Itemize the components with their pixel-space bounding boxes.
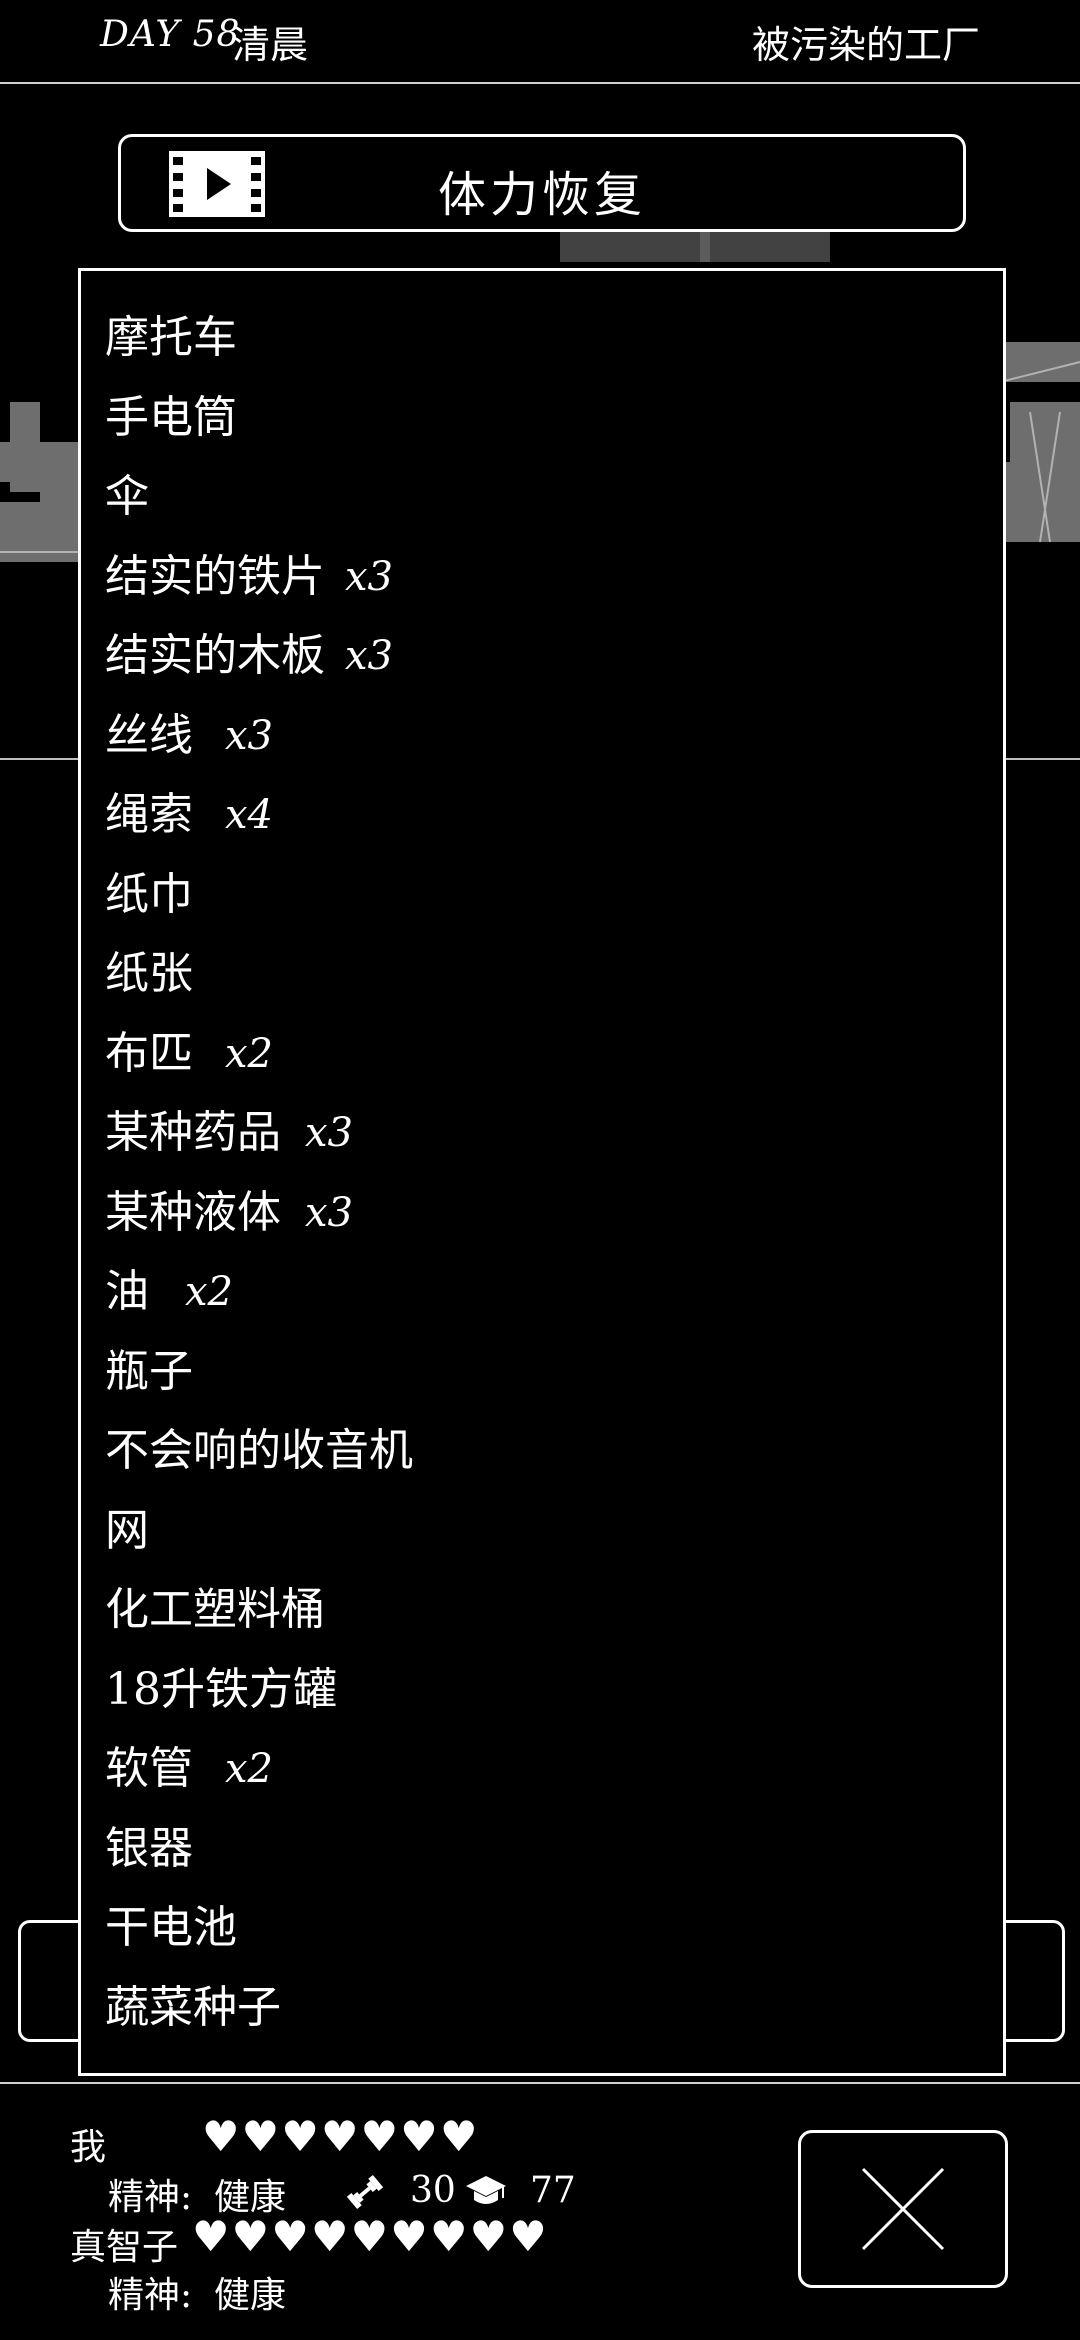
inventory-item-name: 丝线 [105,709,193,761]
inventory-item[interactable]: 某种液体 x3 [105,1178,353,1248]
inventory-item-quantity: x2 [185,1269,234,1315]
close-icon [861,2167,945,2251]
inventory-item[interactable]: 纸巾 [105,860,193,930]
player-health-hearts: ♥♥♥♥♥♥♥ [202,2116,480,2158]
heart-icon: ♥ [281,2112,321,2161]
heart-icon: ♥ [429,2212,470,2261]
strength-value: 30 [410,2170,456,2211]
inventory-item-name: 手电筒 [105,391,237,443]
heart-icon: ♥ [350,2212,391,2261]
heart-icon: ♥ [360,2112,401,2161]
inventory-item-name: 纸巾 [105,868,193,920]
heart-icon: ♥ [202,2112,242,2161]
companion-mental-value: 健康 [214,2275,287,2316]
inventory-item[interactable]: 化工塑料桶 [105,1575,325,1645]
companion-health-hearts: ♥♥♥♥♥♥♥♥♥ [192,2216,549,2258]
inventory-item-quantity: x4 [225,792,274,838]
heart-icon: ♥ [509,2212,549,2261]
inventory-item[interactable]: 纸张 [105,939,193,1009]
heart-icon: ♥ [271,2212,311,2261]
inventory-item[interactable]: 伞 [105,462,149,532]
inventory-item-name: 干电池 [105,1902,237,1953]
heart-icon: ♥ [469,2212,510,2261]
inventory-item[interactable]: 某种药品 x3 [105,1098,353,1168]
inventory-item-name: 不会响的收音机 [105,1425,413,1476]
heart-icon: ♥ [231,2212,272,2261]
bottom-divider [0,2082,1080,2084]
inventory-item-quantity: x3 [345,633,394,679]
inventory-item[interactable]: 摩托车 [105,303,237,373]
heart-icon: ♥ [400,2112,440,2161]
intelligence-value: 77 [530,2170,576,2211]
heart-icon: ♥ [192,2212,232,2261]
location-name: 被污染的工厂 [751,23,980,67]
inventory-item-quantity: x3 [305,1110,354,1156]
time-of-day: 清晨 [232,23,309,67]
inventory-item[interactable]: 软管 x2 [105,1734,273,1804]
recover-stamina-label: 体力恢复 [437,167,646,223]
inventory-item[interactable]: 18升铁方罐 [105,1655,337,1725]
inventory-item-name: 瓶子 [105,1345,193,1397]
inventory-item[interactable]: 绳索 x4 [105,780,273,850]
inventory-item[interactable]: 干电池 [105,1893,237,1963]
graduation-cap-icon [466,2176,506,2204]
inventory-item-name: 油 [105,1266,149,1317]
inventory-item[interactable]: 布匹 x2 [105,1019,273,1089]
inventory-panel: 摩托车手电筒伞结实的铁片 x3 结实的木板 x3 丝线 x3 绳索 x4 纸巾纸张布匹 x2 某种药… [78,268,1006,2076]
recover-stamina-button[interactable]: 体力恢复 [118,134,966,232]
inventory-item[interactable]: 银器 [105,1814,193,1884]
inventory-item[interactable]: 瓶子 [105,1337,193,1407]
inventory-item-name: 绳索 [105,789,193,840]
companion-mental-label: 精神: [108,2275,193,2316]
inventory-item-quantity: x3 [305,1189,354,1236]
heart-icon: ♥ [390,2212,430,2261]
inventory-item-name: 结实的木板 [105,630,325,681]
heart-icon: ♥ [310,2212,351,2261]
inventory-item-name: 18升铁方罐 [105,1663,337,1715]
inventory-item-name: 布匹 [105,1027,193,1079]
inventory-item-name: 某种药品 [105,1107,281,1158]
top-status-bar: DAY 58 清晨 被污染的工厂 [0,0,1080,84]
inventory-item-name: 结实的铁片 [105,550,325,602]
inventory-item-name: 伞 [105,471,149,522]
heart-icon: ♥ [241,2112,282,2161]
inventory-item-name: 银器 [105,1822,193,1874]
inventory-item-quantity: x3 [345,553,394,600]
heart-icon: ♥ [439,2112,480,2161]
inventory-item[interactable]: 结实的木板 x3 [105,621,393,691]
inventory-item-name: 纸张 [105,948,193,999]
close-button[interactable] [798,2130,1008,2288]
inventory-item-name: 网 [105,1504,149,1556]
inventory-item[interactable]: 油 x2 [105,1257,233,1327]
inventory-item[interactable]: 结实的铁片 x3 [105,542,393,612]
inventory-item-name: 蔬菜种子 [105,1981,281,2033]
inventory-item-name: 摩托车 [105,312,237,363]
inventory-item-quantity: x3 [225,712,274,759]
inventory-item[interactable]: 手电筒 [105,383,237,453]
inventory-item[interactable]: 丝线 x3 [105,701,273,771]
inventory-item-name: 某种液体 [105,1186,281,1238]
inventory-item-name: 软管 [105,1743,193,1794]
heart-icon: ♥ [320,2112,361,2161]
inventory-item-quantity: x2 [225,1030,274,1077]
player-name: 我 [70,2127,107,2168]
dumbbell-icon [346,2174,384,2210]
inventory-item-name: 化工塑料桶 [105,1584,325,1635]
player-mental-label: 精神: [108,2177,193,2218]
inventory-item-quantity: x2 [225,1746,274,1792]
companion-name: 真智子 [70,2227,179,2268]
inventory-item[interactable]: 网 [105,1496,149,1566]
inventory-item[interactable]: 蔬菜种子 [105,1973,281,2043]
day-counter: DAY 58 [100,14,241,55]
inventory-item[interactable]: 不会响的收音机 [105,1416,413,1486]
